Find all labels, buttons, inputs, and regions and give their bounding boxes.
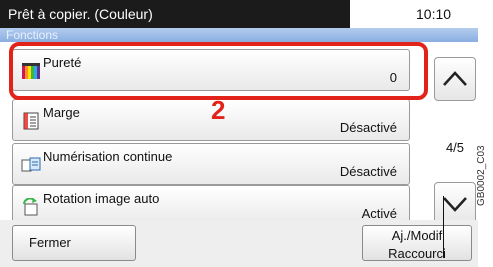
chevron-down-icon	[443, 197, 467, 212]
page-indicator: 4/5	[445, 140, 465, 155]
figure-code: GB0002_C03	[476, 145, 487, 206]
status-bar: Prêt à copier. (Couleur)	[0, 0, 350, 28]
row-label: Numérisation continue	[43, 149, 173, 164]
copy-functions-panel: Prêt à copier. (Couleur) 10:10 Fonctions…	[0, 0, 478, 267]
clock: 10:10	[416, 6, 452, 22]
step-callout: 2	[211, 95, 226, 125]
selection-highlight	[9, 42, 428, 100]
function-row-numerisation-continue[interactable]: Numérisation continue Désactivé	[12, 143, 410, 185]
continuous-scan-icon	[21, 157, 41, 172]
row-value: Activé	[361, 206, 397, 221]
shortcut-label-line1: Aj./Modif	[391, 228, 443, 243]
functions-header: Fonctions	[0, 28, 478, 42]
close-button-label: Fermer	[29, 235, 71, 250]
pointer-line	[443, 196, 444, 258]
functions-title: Fonctions	[6, 28, 59, 42]
margin-icon	[23, 112, 39, 130]
row-value: Désactivé	[339, 164, 397, 179]
row-label: Rotation image auto	[43, 191, 160, 206]
scroll-up-button[interactable]	[434, 57, 476, 101]
row-value: Désactivé	[339, 120, 397, 135]
add-edit-shortcut-button[interactable]: Aj./Modif Raccourci	[362, 225, 472, 261]
auto-rotate-icon	[23, 198, 38, 216]
chevron-up-icon	[443, 71, 467, 86]
close-button[interactable]: Fermer	[12, 225, 136, 261]
row-label: Marge	[43, 105, 80, 120]
shortcut-label-line2: Raccourci	[388, 246, 446, 261]
footer-bar: Fermer Aj./Modif Raccourci	[0, 220, 478, 267]
status-message: Prêt à copier. (Couleur)	[8, 6, 153, 22]
